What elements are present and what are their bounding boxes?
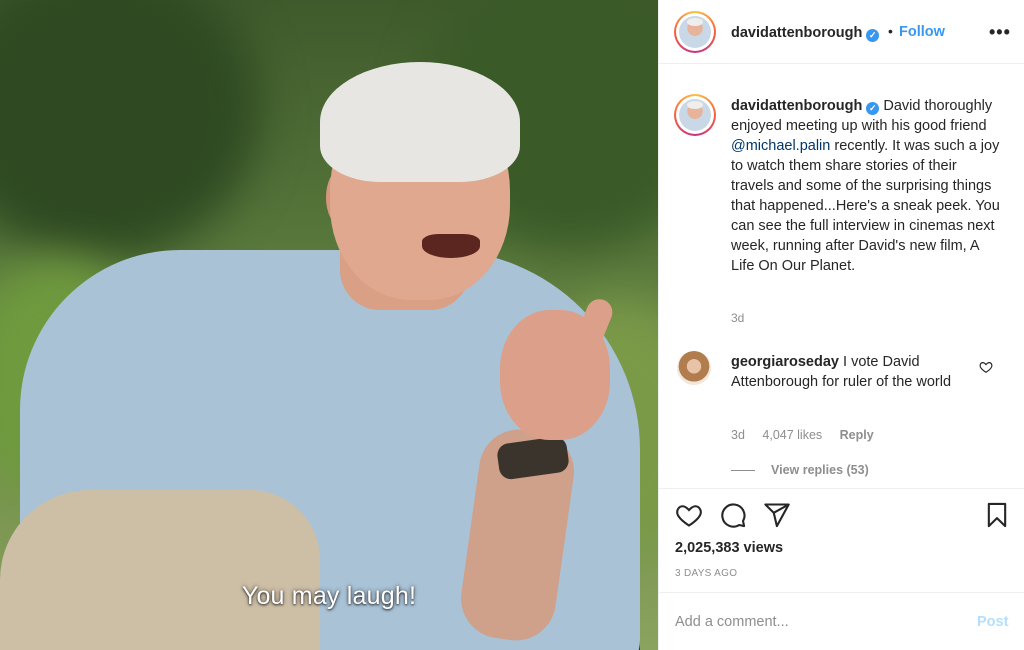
post-date[interactable]: 3 DAYS AGO <box>675 568 737 579</box>
comment-input[interactable] <box>675 610 955 634</box>
mention-link[interactable]: @michael.palin <box>731 138 830 154</box>
reply-button[interactable]: Reply <box>840 428 874 442</box>
view-replies-button[interactable]: View replies (53) <box>731 463 869 477</box>
post-header: davidattenborough ✓ • Follow ••• <box>659 0 1024 64</box>
comment-meta: 3d 4,047 likes Reply <box>731 428 888 442</box>
share-icon[interactable] <box>763 501 791 529</box>
author-username[interactable]: davidattenborough <box>731 25 862 41</box>
follow-button[interactable]: Follow <box>899 24 945 40</box>
caption-username[interactable]: davidattenborough <box>731 98 862 114</box>
post-media-video[interactable]: You may laugh! <box>0 0 658 650</box>
person-trousers <box>0 490 320 650</box>
verified-badge-icon: ✓ <box>866 102 880 115</box>
caption-body-end: recently. It was such a joy to watch the… <box>731 138 1000 274</box>
background-foliage <box>0 0 260 260</box>
verified-badge-icon: ✓ <box>866 29 880 42</box>
caption-text: davidattenborough ✓ David thoroughly enjo… <box>731 96 1003 276</box>
commenter-avatar[interactable] <box>677 351 711 385</box>
comment-like-count[interactable]: 4,047 likes <box>762 428 822 442</box>
comment-like-heart-icon[interactable] <box>979 360 993 374</box>
commenter-username[interactable]: georgiaroseday <box>731 354 839 370</box>
bookmark-icon[interactable] <box>983 501 1011 529</box>
author-username-row: davidattenborough ✓ <box>731 24 880 42</box>
video-subtitle: You may laugh! <box>241 582 417 610</box>
comment-icon[interactable] <box>719 501 747 529</box>
post-comment-button[interactable]: Post <box>977 614 1008 630</box>
author-avatar[interactable] <box>674 11 716 53</box>
comment-timestamp[interactable]: 3d <box>731 428 745 442</box>
caption-timestamp[interactable]: 3d <box>731 311 744 325</box>
comment-text: georgiaroseday I vote David Attenborough… <box>731 352 961 392</box>
post-side-panel: davidattenborough ✓ • Follow ••• davidatt… <box>658 0 1024 650</box>
heart-icon[interactable] <box>675 501 703 529</box>
person-hair <box>320 62 520 182</box>
post-actions: 2,025,383 views 3 DAYS AGO <box>659 488 1024 584</box>
caption-author-avatar[interactable] <box>674 94 716 136</box>
more-options-icon[interactable]: ••• <box>989 22 1011 43</box>
divider-line <box>731 470 755 472</box>
separator-dot: • <box>888 23 893 39</box>
view-count[interactable]: 2,025,383 views <box>675 540 783 556</box>
person-mouth <box>422 234 480 258</box>
add-comment-bar: Post <box>659 592 1024 650</box>
view-replies-label: View replies (53) <box>771 463 869 477</box>
